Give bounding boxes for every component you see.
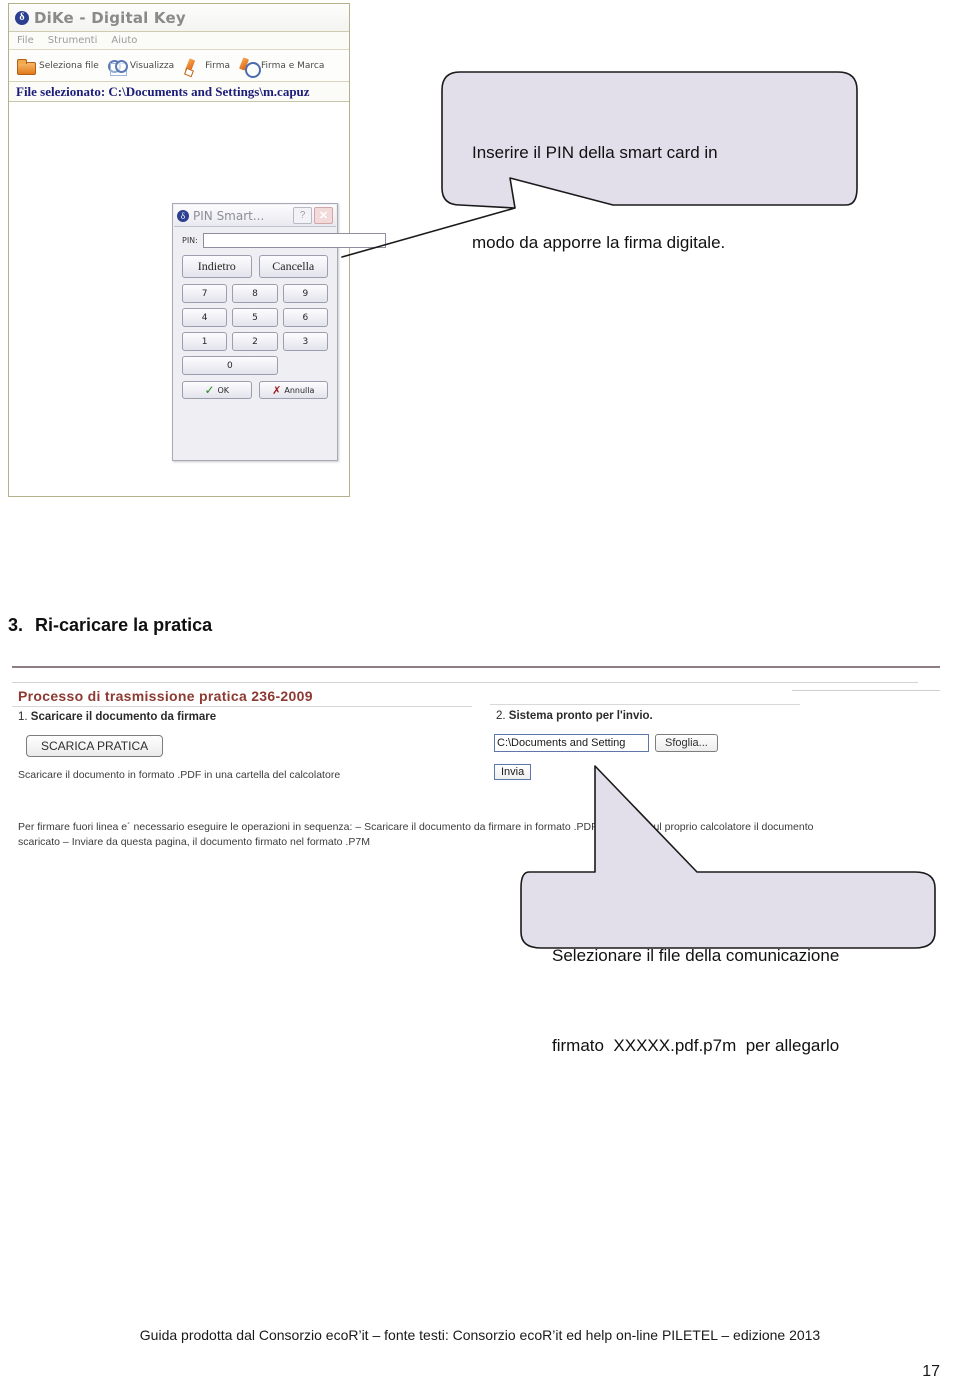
- key-4[interactable]: 4: [182, 308, 228, 327]
- web-page-title: Processo di trasmissione pratica 236-200…: [18, 688, 313, 704]
- section-title: Ri-caricare la pratica: [35, 615, 213, 635]
- web-step-1-text: Scaricare il documento da firmare: [30, 711, 217, 723]
- check-icon: ✓: [204, 383, 215, 397]
- dike-menu-bar: File Strumenti Aiuto: [9, 32, 349, 50]
- key-6[interactable]: 6: [282, 308, 328, 327]
- callout-pin-text: Inserire il PIN della smart card in modo…: [472, 78, 872, 288]
- callout-file-text: Selezionare il file della comunicazione …: [552, 881, 952, 1091]
- section-divider: [12, 666, 940, 668]
- key-8[interactable]: 8: [232, 284, 278, 303]
- pin-field-row: PIN:: [182, 233, 386, 248]
- dike-toolbar: Seleziona file Visualizza Firma Firma e …: [9, 50, 349, 82]
- key-7[interactable]: 7: [182, 284, 228, 303]
- pen-clock-icon: [238, 57, 262, 78]
- clear-button[interactable]: Cancella: [258, 255, 328, 278]
- pin-keypad-row-4: 0: [182, 356, 328, 375]
- help-icon[interactable]: ?: [293, 207, 312, 224]
- web-step-2: 2. Sistema pronto per l'invio.: [496, 710, 940, 722]
- toolbar-button-firma[interactable]: Firma: [182, 57, 230, 75]
- web-step-2-text: Sistema pronto per l'invio.: [508, 710, 653, 722]
- pin-smart-card-dialog: δ PIN Smart... ? ✕ PIN: Indietro Cancell…: [172, 203, 386, 461]
- web-step-2-number: 2.: [496, 710, 506, 722]
- callout-file-line1: Selezionare il file della comunicazione: [552, 946, 840, 965]
- pin-keypad-row-3: 1 2 3: [182, 332, 328, 351]
- scarica-pratica-button[interactable]: SCARICA PRATICA: [26, 735, 164, 757]
- ok-button[interactable]: ✓ OK: [182, 381, 252, 399]
- dike-logo-icon: δ: [177, 209, 189, 222]
- x-icon: ✗: [272, 383, 282, 397]
- pin-label: PIN:: [182, 236, 198, 245]
- key-1[interactable]: 1: [182, 332, 228, 351]
- file-path-input[interactable]: C:\Documents and Setting: [494, 734, 649, 752]
- toolbar-label-firma: Firma: [205, 60, 231, 71]
- menu-item-file[interactable]: File: [17, 35, 34, 46]
- key-5[interactable]: 5: [232, 308, 278, 327]
- page-footer: Guida prodotta dal Consorzio ecoR’it – f…: [139, 1327, 821, 1343]
- selected-file-status: File selezionato: C:\Documents and Setti…: [9, 82, 349, 102]
- pin-keypad-row-2: 4 5 6: [182, 308, 328, 327]
- cancel-button-label: Annulla: [284, 385, 315, 395]
- dike-window-title: DiKe - Digital Key: [34, 8, 186, 27]
- web-top-divider: [12, 682, 918, 683]
- key-0[interactable]: 0: [182, 356, 278, 375]
- section-heading: 3. Ri-caricare la pratica: [8, 615, 408, 636]
- pin-dialog-body: PIN: Indietro Cancella 7 8 9 4 5 6 1 2 3…: [174, 227, 386, 459]
- key-2[interactable]: 2: [232, 332, 278, 351]
- glasses-icon: [107, 57, 128, 76]
- dike-title-bar: δ DiKe - Digital Key: [9, 4, 349, 32]
- pin-keypad-row-1: 7 8 9: [182, 284, 328, 303]
- web-step-1-note: Scaricare il documento in formato .PDF i…: [18, 769, 341, 781]
- toolbar-label-seleziona-file: Seleziona file: [39, 60, 99, 71]
- folder-icon: [16, 57, 36, 75]
- callout-pin-line2: modo da apporre la firma digitale.: [472, 233, 726, 252]
- web-step-1: 1. Scaricare il documento da firmare: [18, 711, 482, 723]
- section-number: 3.: [8, 615, 24, 635]
- web-step-1-number: 1.: [18, 711, 28, 723]
- browse-button[interactable]: Sfoglia...: [655, 734, 718, 752]
- pin-action-row: Indietro Cancella: [182, 255, 328, 278]
- toolbar-button-visualizza[interactable]: Visualizza: [107, 57, 175, 76]
- key-3[interactable]: 3: [282, 332, 328, 351]
- toolbar-label-firma-e-marca: Firma e Marca: [261, 60, 325, 71]
- toolbar-label-visualizza: Visualizza: [129, 60, 175, 71]
- web-right-rule: [490, 704, 800, 705]
- pen-icon: [182, 57, 202, 75]
- key-9[interactable]: 9: [282, 284, 328, 303]
- page-number: 17: [922, 1363, 940, 1380]
- pin-dialog-title: PIN Smart...: [193, 208, 265, 223]
- web-title-rule: [12, 706, 472, 707]
- callout-pin-line1: Inserire il PIN della smart card in: [472, 143, 718, 162]
- toolbar-button-firma-e-marca[interactable]: Firma e Marca: [238, 57, 325, 78]
- ok-button-label: OK: [217, 385, 230, 395]
- web-column-left: Processo di trasmissione pratica 236-200…: [12, 688, 482, 781]
- back-button[interactable]: Indietro: [182, 255, 252, 278]
- callout-file-line2: firmato XXXXX.pdf.p7m per allegarlo: [552, 1036, 840, 1055]
- cancel-button[interactable]: ✗ Annulla: [258, 381, 328, 399]
- pin-dialog-footer: ✓ OK ✗ Annulla: [182, 381, 328, 399]
- pin-dialog-title-bar: δ PIN Smart... ? ✕: [174, 205, 336, 227]
- menu-item-aiuto[interactable]: Aiuto: [111, 35, 137, 46]
- file-upload-row: C:\Documents and Setting Sfoglia...: [494, 734, 940, 752]
- dike-logo-icon: δ: [15, 10, 29, 25]
- menu-item-strumenti[interactable]: Strumenti: [48, 35, 98, 46]
- toolbar-button-seleziona-file[interactable]: Seleziona file: [16, 57, 99, 75]
